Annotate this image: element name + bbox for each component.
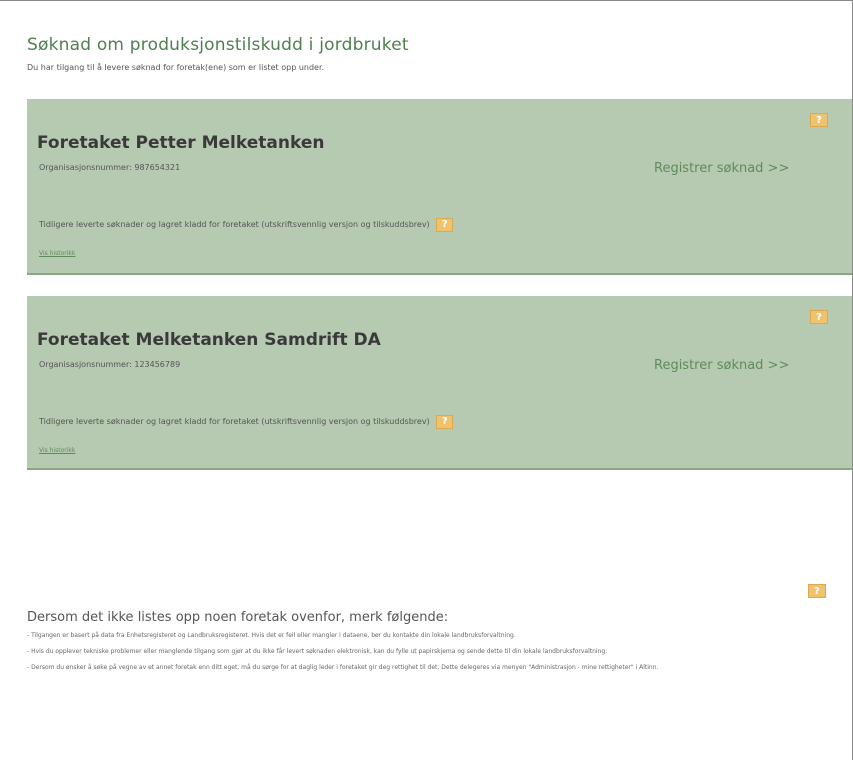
show-history-link[interactable]: Vis historikk — [39, 250, 75, 257]
company-name: Foretaket Petter Melketanken — [37, 133, 325, 153]
page-frame: Søknad om produksjonstilskudd i jordbruk… — [0, 0, 853, 760]
page-subtitle: Du har tilgang til å levere søknad for f… — [27, 63, 325, 72]
help-icon[interactable]: ? — [810, 113, 828, 127]
help-icon[interactable]: ? — [436, 414, 454, 429]
footer-note: - Tilgangen er basert på data fra Enhets… — [27, 632, 516, 639]
organization-number: Organisasjonsnummer: 987654321 — [39, 163, 181, 172]
help-icon[interactable]: ? — [808, 584, 826, 598]
company-card: ? Foretaket Petter Melketanken Organisas… — [27, 99, 852, 275]
show-history-link[interactable]: Vis historikk — [39, 447, 75, 454]
page-title: Søknad om produksjonstilskudd i jordbruk… — [27, 35, 409, 55]
previous-applications-text: Tidligere leverte søknader og lagret kla… — [39, 220, 430, 229]
company-card: ? Foretaket Melketanken Samdrift DA Orga… — [27, 296, 852, 470]
organization-number: Organisasjonsnummer: 123456789 — [39, 360, 181, 369]
previous-applications-info: Tidligere leverte søknader og lagret kla… — [39, 214, 559, 236]
footer-note: - Hvis du opplever tekniske problemer el… — [27, 648, 608, 655]
previous-applications-text: Tidligere leverte søknader og lagret kla… — [39, 417, 430, 426]
footer-notes-list: - Tilgangen er basert på data fra Enhets… — [27, 631, 847, 679]
footer-note: - Dersom du ønsker å søke på vegne av et… — [27, 664, 659, 671]
company-name: Foretaket Melketanken Samdrift DA — [37, 330, 381, 350]
register-application-link[interactable]: Registrer søknad >> — [654, 161, 789, 176]
previous-applications-info: Tidligere leverte søknader og lagret kla… — [39, 411, 559, 433]
help-icon[interactable]: ? — [436, 217, 454, 232]
footer-title: Dersom det ikke listes opp noen foretak … — [27, 610, 449, 625]
register-application-link[interactable]: Registrer søknad >> — [654, 358, 789, 373]
help-icon[interactable]: ? — [810, 310, 828, 324]
